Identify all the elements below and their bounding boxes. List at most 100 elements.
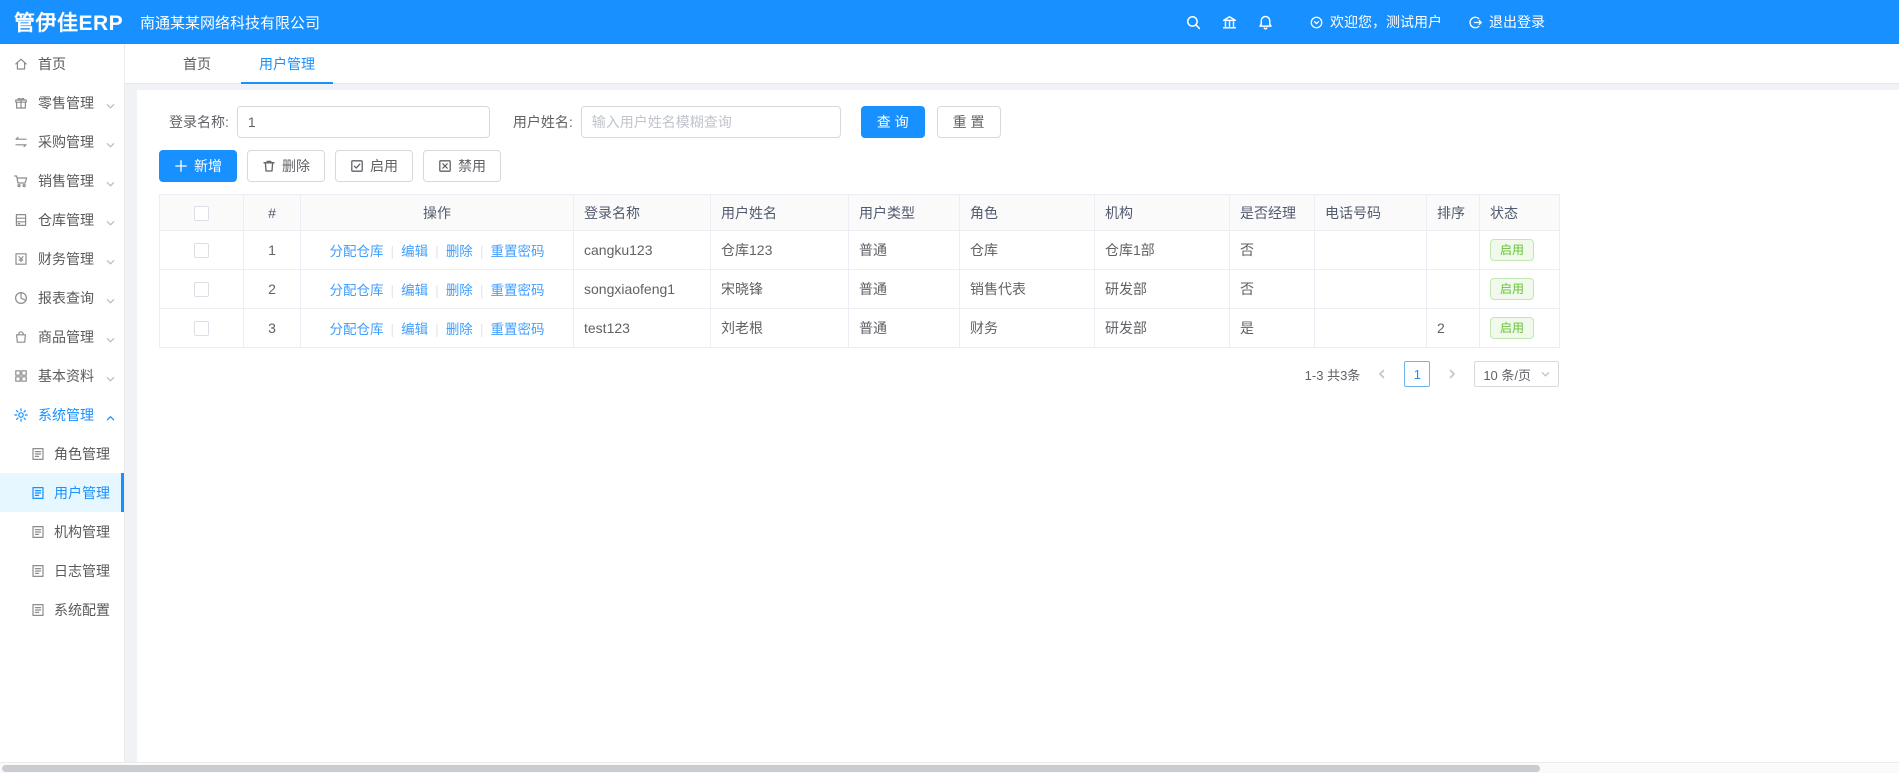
link-separator: | bbox=[390, 282, 395, 298]
top-header: 管伊佳ERP 南通某某网络科技有限公司 欢迎您，测试用户 退出登录 bbox=[0, 0, 1899, 44]
delete-link[interactable]: 删除 bbox=[446, 322, 473, 337]
cell-org: 研发部 bbox=[1094, 308, 1230, 348]
edit-link[interactable]: 编辑 bbox=[401, 322, 428, 337]
sidebar-item-user-management[interactable]: 用户管理 bbox=[0, 473, 124, 512]
pagination: 1-3 共3条 1 10 条/页 bbox=[149, 361, 1559, 387]
reset-password-link[interactable]: 重置密码 bbox=[490, 322, 544, 337]
pie-chart-icon bbox=[13, 290, 29, 306]
status-badge: 启用 bbox=[1490, 317, 1535, 339]
cell-role: 财务 bbox=[959, 308, 1095, 348]
sidebar-item-log-management[interactable]: 日志管理 bbox=[0, 551, 124, 590]
sidebar-item-finance[interactable]: 财务管理 bbox=[0, 239, 124, 278]
user-menu[interactable]: 欢迎您，测试用户 bbox=[1309, 12, 1442, 32]
sidebar-item-org-management[interactable]: 机构管理 bbox=[0, 512, 124, 551]
cart-icon bbox=[13, 173, 29, 189]
tab-home[interactable]: 首页 bbox=[165, 44, 229, 83]
check-square-icon bbox=[350, 159, 364, 173]
logout-button[interactable]: 退出登录 bbox=[1468, 12, 1545, 32]
assign-warehouse-link[interactable]: 分配仓库 bbox=[330, 244, 384, 259]
cell-sort bbox=[1426, 230, 1480, 270]
link-separator: | bbox=[390, 321, 395, 337]
delete-link[interactable]: 删除 bbox=[446, 283, 473, 298]
chevron-up-icon bbox=[106, 410, 115, 421]
content-card: 登录名称: 用户姓名: 查 询 重 置 新增 bbox=[137, 90, 1899, 773]
delete-link[interactable]: 删除 bbox=[446, 244, 473, 259]
welcome-text: 欢迎您，测试用户 bbox=[1330, 14, 1442, 30]
row-checkbox[interactable] bbox=[194, 282, 209, 298]
cell-type: 普通 bbox=[848, 269, 960, 309]
users-table: # 操作 登录名称 用户姓名 用户类型 角色 机构 是否经理 电话号码 排序 状 bbox=[159, 194, 1560, 348]
assign-warehouse-link[interactable]: 分配仓库 bbox=[330, 322, 384, 337]
prev-page-button[interactable] bbox=[1370, 362, 1394, 386]
enable-button[interactable]: 启用 bbox=[335, 150, 413, 182]
scrollbar-thumb[interactable] bbox=[2, 765, 1541, 772]
sidebar-item-role-management[interactable]: 角色管理 bbox=[0, 434, 124, 473]
search-icon[interactable] bbox=[1175, 0, 1211, 44]
gear-icon bbox=[13, 407, 29, 423]
bank-icon[interactable] bbox=[1211, 0, 1247, 44]
disable-button[interactable]: 禁用 bbox=[423, 150, 501, 182]
app-logo: 管伊佳ERP bbox=[14, 12, 124, 35]
cell-phone bbox=[1314, 308, 1427, 348]
sidebar-item-system[interactable]: 系统管理 bbox=[0, 395, 124, 434]
sidebar-item-label: 仓库管理 bbox=[38, 211, 94, 228]
document-icon bbox=[30, 563, 46, 579]
col-phone: 电话号码 bbox=[1314, 194, 1427, 231]
sidebar-item-system-config[interactable]: 系统配置 bbox=[0, 590, 124, 629]
reset-button[interactable]: 重 置 bbox=[936, 106, 1001, 138]
sidebar-item-sales[interactable]: 销售管理 bbox=[0, 161, 124, 200]
table-row: 1 分配仓库 | 编辑 | 删除 | 重置密码 cangku123 仓库123 普通 仓库 … bbox=[159, 230, 1560, 270]
tab-user-management[interactable]: 用户管理 bbox=[241, 44, 333, 84]
sidebar-item-goods[interactable]: 商品管理 bbox=[0, 317, 124, 356]
row-checkbox[interactable] bbox=[194, 243, 209, 259]
sidebar-item-label: 采购管理 bbox=[38, 133, 94, 150]
link-separator: | bbox=[435, 282, 439, 298]
row-checkbox[interactable] bbox=[194, 321, 209, 337]
reset-password-link[interactable]: 重置密码 bbox=[490, 283, 544, 298]
row-index: 3 bbox=[243, 308, 301, 348]
link-separator: | bbox=[390, 243, 395, 259]
reset-password-link[interactable]: 重置密码 bbox=[490, 244, 544, 259]
delete-button[interactable]: 删除 bbox=[247, 150, 325, 182]
table-row: 3 分配仓库 | 编辑 | 删除 | 重置密码 test123 刘老根 普通 财务 研发部 … bbox=[159, 308, 1560, 348]
horizontal-scrollbar[interactable] bbox=[0, 762, 1899, 773]
sidebar-item-label: 日志管理 bbox=[54, 562, 110, 579]
col-user-type: 用户类型 bbox=[848, 194, 960, 231]
assign-warehouse-link[interactable]: 分配仓库 bbox=[330, 283, 384, 298]
bell-icon[interactable] bbox=[1247, 0, 1283, 44]
next-page-button[interactable] bbox=[1440, 362, 1464, 386]
logout-label: 退出登录 bbox=[1489, 14, 1545, 30]
sidebar-item-label: 系统管理 bbox=[38, 406, 94, 423]
sidebar-item-basic-data[interactable]: 基本资料 bbox=[0, 356, 124, 395]
user-name-label: 用户姓名: bbox=[512, 114, 573, 130]
table-header-row: # 操作 登录名称 用户姓名 用户类型 角色 机构 是否经理 电话号码 排序 状 bbox=[159, 194, 1560, 231]
document-icon bbox=[30, 446, 46, 462]
page-1-button[interactable]: 1 bbox=[1404, 361, 1431, 387]
col-role: 角色 bbox=[959, 194, 1095, 231]
grid-icon bbox=[13, 368, 29, 384]
cell-name: 刘老根 bbox=[710, 308, 849, 348]
login-name-input[interactable] bbox=[236, 106, 490, 138]
add-button[interactable]: 新增 bbox=[159, 150, 237, 182]
home-icon bbox=[13, 56, 29, 72]
sidebar-item-retail[interactable]: 零售管理 bbox=[0, 83, 124, 122]
table-toolbar: 新增 删除 启用 禁用 bbox=[159, 150, 1899, 182]
col-login-name: 登录名称 bbox=[573, 194, 711, 231]
page-size-select[interactable]: 10 条/页 bbox=[1474, 361, 1559, 387]
add-label: 新增 bbox=[194, 158, 222, 174]
link-separator: | bbox=[435, 321, 439, 337]
chevron-down-icon bbox=[106, 215, 115, 226]
main-area: 首页 用户管理 登录名称: 用户姓名: 查 询 重 置 bbox=[125, 44, 1899, 773]
sidebar-item-reports[interactable]: 报表查询 bbox=[0, 278, 124, 317]
cell-sort: 2 bbox=[1426, 308, 1480, 348]
user-name-input[interactable] bbox=[580, 106, 841, 138]
edit-link[interactable]: 编辑 bbox=[401, 244, 428, 259]
edit-link[interactable]: 编辑 bbox=[401, 283, 428, 298]
company-name: 南通某某网络科技有限公司 bbox=[140, 14, 321, 32]
sidebar-item-home[interactable]: 首页 bbox=[0, 44, 124, 83]
sidebar-item-warehouse[interactable]: 仓库管理 bbox=[0, 200, 124, 239]
select-all-checkbox[interactable] bbox=[194, 205, 209, 221]
table-row: 2 分配仓库 | 编辑 | 删除 | 重置密码 songxiaofeng1 宋晓锋 普通 销… bbox=[159, 269, 1560, 309]
query-button[interactable]: 查 询 bbox=[860, 106, 925, 138]
sidebar-item-purchase[interactable]: 采购管理 bbox=[0, 122, 124, 161]
